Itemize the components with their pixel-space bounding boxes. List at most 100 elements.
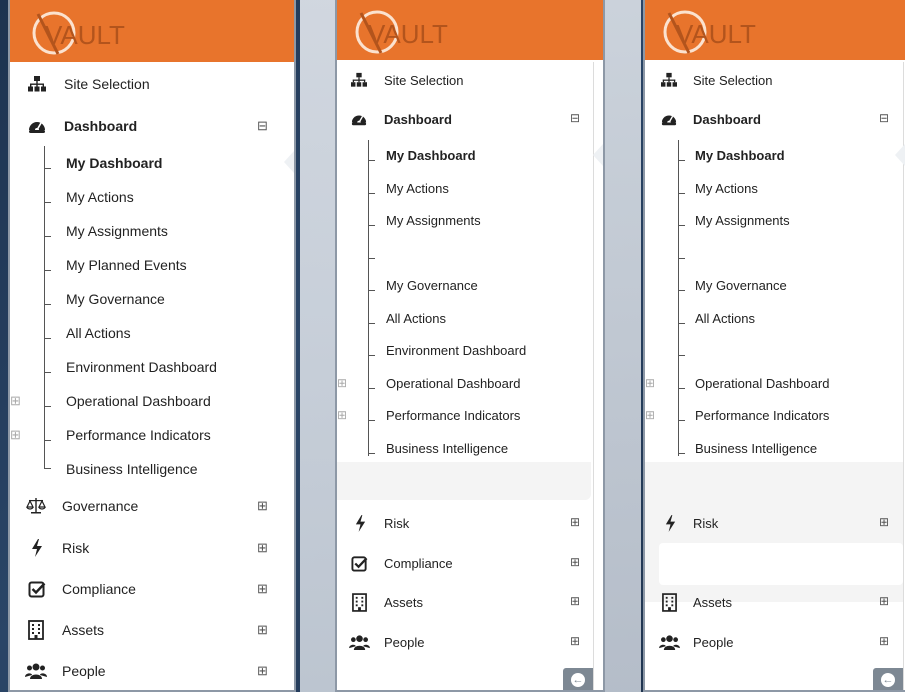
nav-risk[interactable]: Risk ⊞ bbox=[10, 536, 294, 560]
nav-dashboard[interactable]: Dashboard ⊟ bbox=[10, 114, 294, 138]
nav-label: Assets bbox=[62, 622, 105, 638]
users-icon bbox=[659, 634, 680, 652]
submenu-item-my-governance[interactable]: My Governance bbox=[645, 277, 901, 297]
nav-label: People bbox=[62, 663, 106, 679]
nav-risk[interactable]: Risk ⊞ bbox=[645, 513, 905, 535]
submenu-item-my-planned-events[interactable]: My Planned Events bbox=[10, 256, 294, 276]
submenu-item-all-actions[interactable]: All Actions bbox=[10, 324, 294, 344]
expand-toggle[interactable]: ⊞ bbox=[256, 499, 269, 512]
submenu-item-my-governance[interactable]: My Governance bbox=[10, 290, 294, 310]
submenu-item-business-intelligence[interactable]: Business Intelligence bbox=[10, 460, 294, 480]
expand-toggle[interactable]: ⊞ bbox=[569, 556, 581, 568]
nav-site-selection[interactable]: Site Selection bbox=[337, 70, 603, 92]
submenu-item-performance-indicators[interactable]: Performance Indicators ⊞ bbox=[645, 407, 901, 427]
blank-item-placeholder bbox=[659, 543, 903, 585]
nav-compliance[interactable]: Compliance ⊞ bbox=[10, 577, 294, 601]
submenu-label: Performance Indicators bbox=[386, 408, 521, 423]
submenu-item-operational-dashboard[interactable]: Operational Dashboard ⊞ bbox=[10, 392, 294, 412]
nav-people[interactable]: People ⊞ bbox=[645, 632, 905, 654]
sitemap-icon bbox=[28, 75, 46, 93]
expand-toggle[interactable]: ⊞ bbox=[256, 582, 269, 595]
submenu-label: My Actions bbox=[386, 181, 449, 196]
nav-risk[interactable]: Risk ⊞ bbox=[337, 513, 603, 535]
submenu-label: Operational Dashboard bbox=[695, 376, 830, 391]
expand-toggle[interactable]: ⊞ bbox=[569, 516, 581, 528]
expand-toggle[interactable]: ⊞ bbox=[878, 516, 890, 528]
tachometer-icon bbox=[28, 117, 46, 135]
expand-toggle[interactable]: ⊞ bbox=[337, 376, 347, 390]
submenu-item-my-actions[interactable]: My Actions bbox=[337, 180, 589, 200]
submenu-item-empty[interactable] bbox=[337, 245, 589, 265]
expand-toggle[interactable]: ⊞ bbox=[256, 664, 269, 677]
expand-toggle[interactable]: ⊞ bbox=[256, 623, 269, 636]
nav-people[interactable]: People ⊞ bbox=[10, 659, 294, 683]
collapse-toggle[interactable]: ⊟ bbox=[256, 119, 269, 132]
submenu-item-performance-indicators[interactable]: Performance Indicators ⊞ bbox=[10, 426, 294, 446]
sidebar-panel-3: VAULT Site Selection Dashboard ⊟ My Dash… bbox=[643, 0, 905, 692]
submenu-item-my-assignments[interactable]: My Assignments bbox=[645, 212, 901, 232]
collapse-sidebar-button[interactable]: ← bbox=[563, 668, 593, 690]
nav-dashboard[interactable]: Dashboard ⊟ bbox=[337, 109, 603, 131]
nav-people[interactable]: People ⊞ bbox=[337, 632, 603, 654]
expand-toggle[interactable]: ⊞ bbox=[645, 408, 655, 422]
nav-compliance[interactable]: Compliance ⊞ bbox=[337, 553, 603, 575]
submenu-item-operational-dashboard[interactable]: Operational Dashboard ⊞ bbox=[645, 375, 901, 395]
expand-toggle[interactable]: ⊞ bbox=[569, 635, 581, 647]
submenu-item-business-intelligence[interactable]: Business Intelligence bbox=[645, 440, 901, 460]
submenu-item-my-assignments[interactable]: My Assignments bbox=[337, 212, 589, 232]
brand-header: VAULT bbox=[10, 0, 294, 62]
submenu-item-business-intelligence[interactable]: Business Intelligence bbox=[337, 440, 589, 460]
expand-toggle[interactable]: ⊞ bbox=[878, 595, 890, 607]
submenu-item-my-governance[interactable]: My Governance bbox=[337, 277, 589, 297]
expand-toggle[interactable]: ⊞ bbox=[569, 595, 581, 607]
dashboard-submenu: My Dashboard My Actions My Assignments M… bbox=[645, 140, 905, 460]
expand-toggle[interactable]: ⊞ bbox=[10, 427, 21, 442]
nav-site-selection[interactable]: Site Selection bbox=[645, 70, 905, 92]
nav-assets[interactable]: Assets ⊞ bbox=[645, 592, 905, 614]
check-square-icon bbox=[28, 580, 46, 598]
submenu-item-my-assignments[interactable]: My Assignments bbox=[10, 222, 294, 242]
nav-assets[interactable]: Assets ⊞ bbox=[10, 618, 294, 642]
submenu-item-my-actions[interactable]: My Actions bbox=[10, 188, 294, 208]
submenu-item-my-actions[interactable]: My Actions bbox=[645, 180, 901, 200]
submenu-item-environment-dashboard[interactable]: Environment Dashboard bbox=[10, 358, 294, 378]
submenu-item-my-dashboard[interactable]: My Dashboard bbox=[10, 154, 294, 174]
collapse-toggle[interactable]: ⊟ bbox=[878, 112, 890, 124]
submenu-item-my-dashboard[interactable]: My Dashboard bbox=[337, 147, 589, 167]
nav-label: Assets bbox=[693, 595, 733, 610]
brand-header: VAULT bbox=[337, 0, 603, 60]
nav-dashboard[interactable]: Dashboard ⊟ bbox=[645, 109, 905, 131]
expand-toggle[interactable]: ⊞ bbox=[10, 393, 21, 408]
submenu-item-environment-dashboard[interactable]: Environment Dashboard bbox=[337, 342, 589, 362]
submenu-item-my-dashboard[interactable]: My Dashboard bbox=[645, 147, 901, 167]
submenu-item-empty[interactable] bbox=[645, 245, 901, 265]
collapse-sidebar-button[interactable]: ← bbox=[873, 668, 903, 690]
bolt-icon bbox=[354, 515, 372, 533]
nav-label: Assets bbox=[384, 595, 424, 610]
active-indicator bbox=[593, 144, 603, 166]
collapse-toggle[interactable]: ⊟ bbox=[569, 112, 581, 124]
expand-toggle[interactable]: ⊞ bbox=[337, 408, 347, 422]
submenu-label: My Governance bbox=[695, 278, 787, 293]
nav-governance[interactable]: Governance ⊞ bbox=[10, 494, 294, 518]
bolt-icon bbox=[30, 539, 48, 557]
expand-toggle[interactable]: ⊞ bbox=[645, 376, 655, 390]
arrow-left-circle-icon: ← bbox=[571, 673, 585, 687]
submenu-label: Business Intelligence bbox=[386, 441, 509, 456]
check-square-icon bbox=[351, 555, 369, 573]
submenu-label: My Dashboard bbox=[66, 155, 163, 171]
nav-label: Site Selection bbox=[693, 73, 773, 88]
expand-toggle[interactable]: ⊞ bbox=[878, 635, 890, 647]
brand-header: VAULT bbox=[645, 0, 905, 60]
nav-assets[interactable]: Assets ⊞ bbox=[337, 592, 603, 614]
submenu-item-all-actions[interactable]: All Actions bbox=[645, 310, 901, 330]
submenu-item-all-actions[interactable]: All Actions bbox=[337, 310, 589, 330]
submenu-item-performance-indicators[interactable]: Performance Indicators ⊞ bbox=[337, 407, 589, 427]
expand-toggle[interactable]: ⊞ bbox=[256, 541, 269, 554]
submenu-label: My Assignments bbox=[386, 213, 481, 228]
submenu-item-empty[interactable] bbox=[645, 342, 901, 362]
submenu-label: Business Intelligence bbox=[66, 461, 198, 477]
nav-site-selection[interactable]: Site Selection bbox=[10, 72, 294, 96]
submenu-item-operational-dashboard[interactable]: Operational Dashboard ⊞ bbox=[337, 375, 589, 395]
vault-logo: VAULT bbox=[351, 2, 471, 63]
